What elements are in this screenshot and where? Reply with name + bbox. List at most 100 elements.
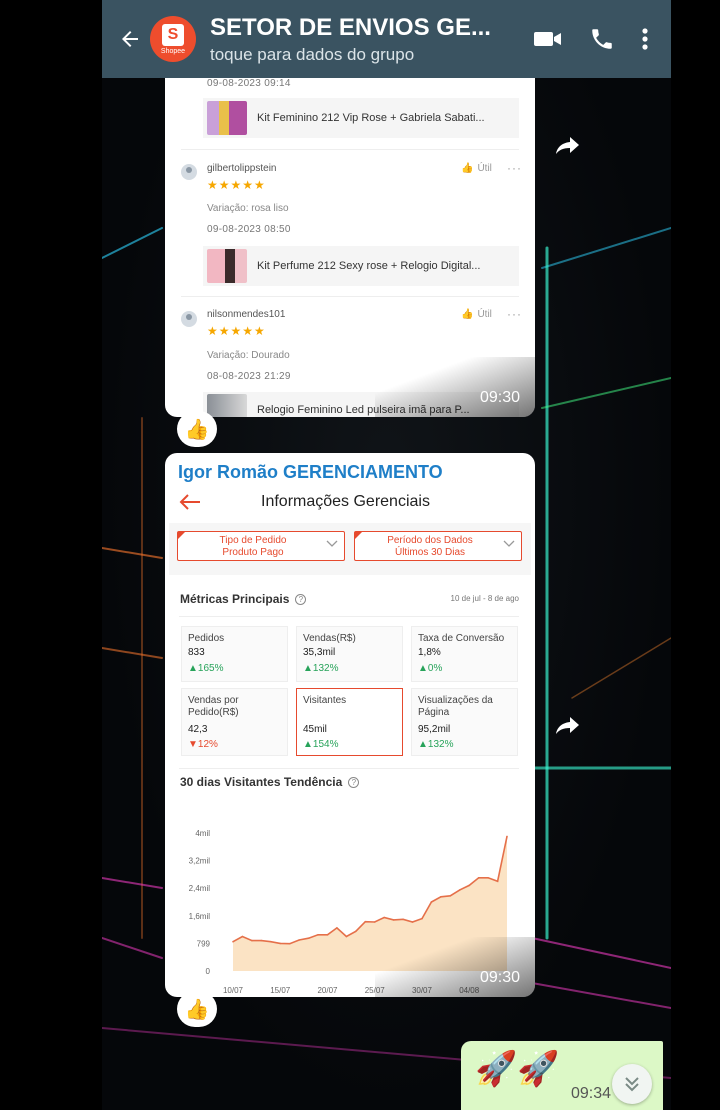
video-call-icon[interactable]	[533, 27, 563, 51]
data-point	[317, 934, 319, 936]
y-tick-label: 3,2mil	[189, 857, 211, 866]
data-point	[411, 921, 414, 923]
scroll-to-bottom-button[interactable]	[612, 1064, 652, 1104]
metric-card: Visualizações da Página 95,2mil ▲132%	[411, 688, 518, 756]
product-thumbnail	[207, 249, 247, 283]
metric-card: Pedidos 833 ▲165%	[181, 626, 288, 682]
data-point	[373, 921, 376, 923]
double-chevron-down-icon	[625, 1077, 639, 1092]
data-point	[288, 942, 291, 945]
filter-label: Tipo de Pedido	[219, 535, 287, 546]
data-point	[307, 937, 310, 939]
time-overlay	[375, 357, 535, 417]
product-thumbnail	[207, 101, 247, 135]
right-background	[671, 0, 720, 1110]
metric-label: Visitantes	[303, 695, 347, 706]
filter-bar: Tipo de Pedido Produto Pago Período dos …	[169, 523, 531, 575]
product-name: Kit Feminino 212 Vip Rose + Gabriela Sab…	[257, 112, 485, 124]
review-variation: Variação: rosa liso	[207, 203, 289, 214]
y-tick-label: 799	[197, 939, 211, 948]
data-point	[355, 930, 357, 933]
y-tick-label: 0	[206, 967, 211, 976]
data-point	[270, 940, 272, 943]
rating-stars: ★★★★★	[207, 324, 266, 338]
data-point	[336, 927, 338, 929]
forward-icon[interactable]	[555, 713, 581, 737]
metric-change: ▼12%	[188, 739, 218, 750]
metric-value: 45mil	[303, 724, 327, 735]
rating-stars: ★★★★★	[207, 178, 266, 192]
divider	[181, 296, 519, 297]
more-vertical-icon[interactable]	[641, 26, 649, 52]
shopee-bag-icon: S	[162, 23, 184, 46]
data-point	[241, 935, 244, 938]
data-period-filter: Período dos Dados Últimos 30 Dias	[354, 531, 522, 561]
group-info[interactable]: SETOR DE ENVIOS GE... toque para dados d…	[210, 14, 533, 65]
data-point	[459, 889, 461, 891]
phone-icon[interactable]	[589, 26, 615, 52]
chevron-down-icon	[503, 540, 515, 547]
metric-card: Vendas(R$) 35,3mil ▲132%	[296, 626, 403, 682]
time-overlay	[375, 937, 535, 997]
chat-header[interactable]: S Shopee SETOR DE ENVIOS GE... toque par…	[102, 0, 671, 78]
data-point	[345, 935, 348, 938]
data-point	[402, 918, 404, 921]
metric-value: 42,3	[188, 724, 208, 735]
y-tick-label: 1,6mil	[189, 912, 211, 921]
metric-label: Vendas por Pedido(R$)	[188, 695, 239, 718]
thumbs-up-icon: 👍	[461, 309, 474, 320]
reviewer-name: gilbertolippstein	[207, 163, 277, 174]
metric-label: Pedidos	[188, 633, 225, 644]
metric-change: ▲165%	[188, 663, 224, 674]
forward-icon[interactable]	[555, 133, 581, 157]
metric-card: Taxa de Conversão 1,8% ▲0%	[411, 626, 518, 682]
data-point	[496, 880, 499, 883]
y-tick-label: 4mil	[195, 829, 210, 838]
reviewer-avatar	[181, 164, 197, 180]
reviewer-avatar	[181, 311, 197, 327]
data-point	[430, 901, 433, 903]
metric-change: ▲132%	[418, 739, 454, 750]
reaction-badge[interactable]: 👍	[177, 991, 217, 1027]
metric-change: ▲0%	[418, 663, 443, 674]
metric-value: 1,8%	[418, 647, 441, 658]
x-tick-label: 15/07	[270, 986, 291, 995]
reaction-badge[interactable]: 👍	[177, 411, 217, 447]
data-point	[392, 919, 395, 921]
sender-name[interactable]: Igor Romão GERENCIAMENTO	[178, 462, 443, 483]
message-time: 09:30	[479, 969, 520, 986]
useful-button: 👍 Útil	[461, 163, 492, 174]
back-button[interactable]	[112, 21, 148, 57]
metric-change: ▲154%	[303, 739, 339, 750]
more-dots-icon: ···	[507, 161, 522, 175]
group-avatar[interactable]: S Shopee	[150, 16, 196, 62]
data-point	[468, 884, 471, 887]
date-range: 10 de jul - 8 de ago	[450, 594, 520, 603]
review-product: Kit Perfume 212 Sexy rose + Relogio Digi…	[203, 246, 519, 286]
help-icon: ?	[295, 593, 307, 605]
review-date: 09-08-2023 08:50	[207, 224, 291, 235]
image-message-reviews[interactable]: 09-08-2023 09:14 Kit Feminino 212 Vip Ro…	[165, 78, 535, 417]
review-product: Kit Feminino 212 Vip Rose + Gabriela Sab…	[203, 98, 519, 138]
review-date: 09-08-2023 09:14	[207, 78, 291, 89]
product-name: Kit Perfume 212 Sexy rose + Relogio Digi…	[257, 260, 481, 272]
avatar-brand: Shopee	[160, 47, 186, 55]
data-point	[326, 934, 329, 936]
chart-title: 30 dias Visitantes Tendência ?	[180, 775, 360, 789]
image-message-metrics[interactable]: Igor Romão GERENCIAMENTO Informações Ger…	[165, 453, 535, 997]
arrow-left-icon	[179, 494, 200, 510]
data-point	[449, 895, 452, 897]
help-icon: ?	[348, 776, 360, 788]
left-background	[0, 0, 102, 1110]
y-tick-label: 2,4mil	[189, 884, 211, 893]
filter-value: Produto Pago	[222, 547, 284, 558]
x-tick-label: 10/07	[223, 986, 244, 995]
divider	[181, 149, 519, 150]
message-time: 09:34	[571, 1085, 612, 1102]
data-point	[364, 920, 367, 923]
message-text: 🚀🚀	[475, 1050, 560, 1088]
data-point	[383, 916, 385, 919]
chevron-down-icon	[326, 540, 338, 547]
divider	[179, 768, 519, 769]
reviewer-name: nilsonmendes101	[207, 309, 286, 320]
